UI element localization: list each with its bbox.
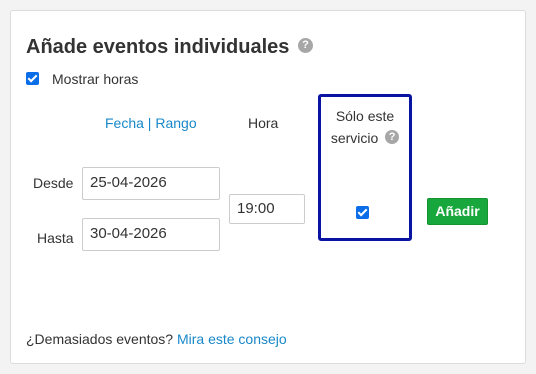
tip-link[interactable]: Mira este consejo: [177, 331, 287, 347]
date-mode-rango-link[interactable]: Rango: [155, 115, 196, 131]
from-date-input[interactable]: 25-04-2026: [82, 167, 220, 200]
show-hours-checkbox[interactable]: [26, 72, 39, 85]
date-mode-separator: |: [143, 115, 156, 131]
to-label: Hasta: [37, 230, 74, 246]
to-date-input[interactable]: 30-04-2026: [82, 218, 220, 251]
section-title-text: Añade eventos individuales: [26, 36, 290, 58]
section-title: Añade eventos individuales ?: [26, 35, 313, 59]
show-hours-label[interactable]: Mostrar horas: [52, 71, 138, 88]
hour-column-header: Hora: [248, 115, 279, 131]
from-label: Desde: [33, 175, 74, 191]
date-mode-toggle: Fecha | Rango: [105, 115, 197, 132]
tip-line: ¿Demasiados eventos? Mira este consejo: [26, 331, 287, 348]
date-mode-fecha-link[interactable]: Fecha: [105, 115, 144, 131]
service-only-label: Sólo este servicio: [330, 108, 395, 146]
service-only-highlight: Sólo este servicio ?: [318, 94, 412, 241]
service-only-header: Sólo este servicio ?: [321, 105, 409, 149]
service-only-checkbox[interactable]: [356, 206, 369, 219]
add-button[interactable]: Añadir: [427, 198, 488, 225]
service-only-help-icon[interactable]: ?: [385, 130, 400, 145]
help-icon[interactable]: ?: [297, 38, 313, 54]
tip-text: ¿Demasiados eventos?: [26, 331, 177, 347]
hour-input[interactable]: 19:00: [229, 194, 305, 224]
